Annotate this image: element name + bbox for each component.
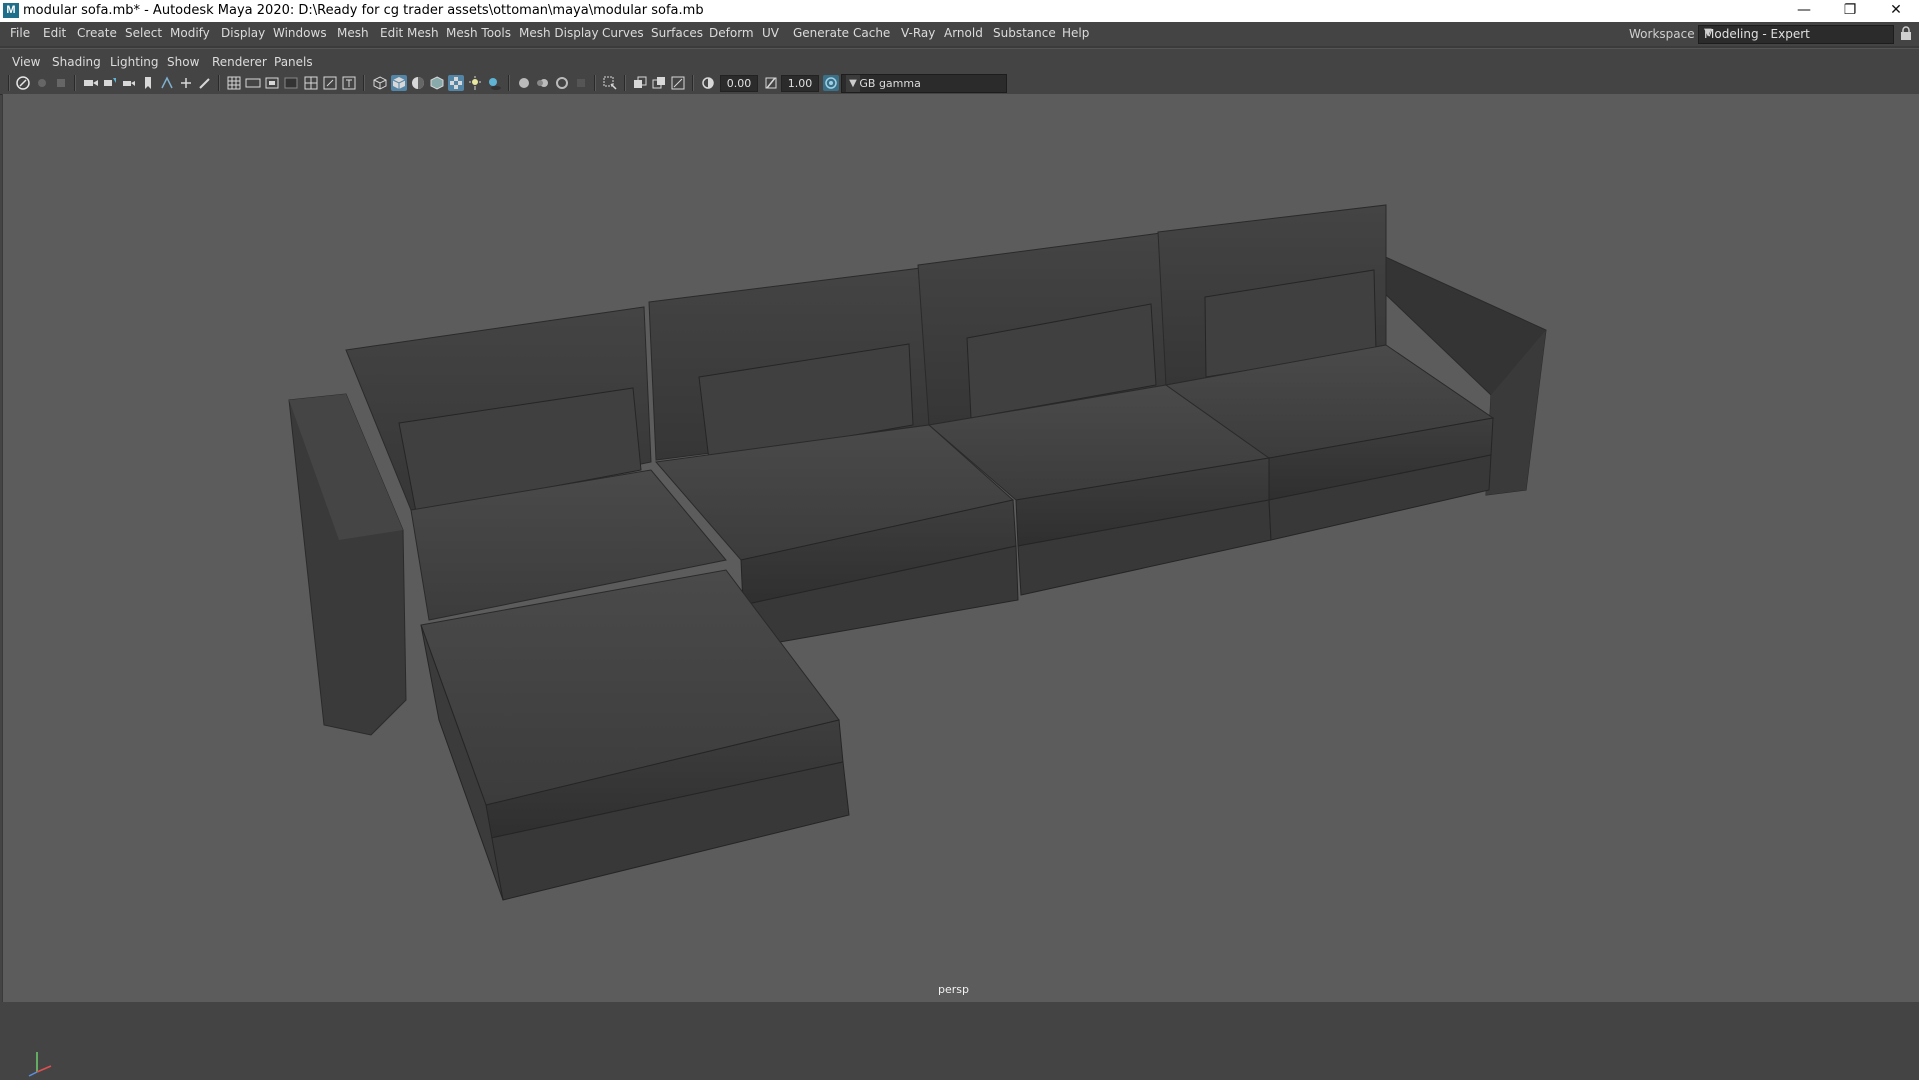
- menu-generate[interactable]: Generate: [793, 26, 849, 40]
- menu-display[interactable]: Display: [221, 26, 265, 40]
- panel-menu-shading[interactable]: Shading: [52, 55, 101, 69]
- menu-edit-mesh[interactable]: Edit Mesh: [380, 26, 439, 40]
- lock-icon[interactable]: [1900, 26, 1912, 40]
- menu-edit[interactable]: Edit: [43, 26, 66, 40]
- menu-modify[interactable]: Modify: [170, 26, 210, 40]
- menu-mesh-display[interactable]: Mesh Display: [519, 26, 599, 40]
- select-camera-icon[interactable]: [15, 75, 31, 91]
- toolbar-separator: [692, 75, 694, 91]
- panel-toolbar: 0.00 1.00 sRGB gamma ▼: [0, 72, 1919, 95]
- toolbar-separator: [8, 75, 10, 91]
- use-all-lights-icon[interactable]: [467, 75, 483, 91]
- wireframe-icon[interactable]: [372, 75, 388, 91]
- camera-name-label: persp: [938, 983, 969, 996]
- sofa-model: [288, 204, 1547, 901]
- safe-title-icon[interactable]: [341, 75, 357, 91]
- toolbar-separator: [218, 75, 220, 91]
- default-lighting-icon[interactable]: [410, 75, 426, 91]
- chevron-down-icon: ▼: [1704, 27, 1712, 38]
- window-title: modular sofa.mb* - Autodesk Maya 2020: D…: [23, 3, 704, 18]
- image-plane-icon[interactable]: [159, 75, 175, 91]
- smooth-shade-icon[interactable]: [391, 75, 407, 91]
- menu-mesh[interactable]: Mesh: [337, 26, 369, 40]
- motion-blur-icon[interactable]: [535, 75, 551, 91]
- menu-curves[interactable]: Curves: [602, 26, 644, 40]
- panel-menu-show[interactable]: Show: [167, 55, 199, 69]
- xray-icon[interactable]: [632, 75, 648, 91]
- main-menu-bar: File Edit Create Select Modify Display W…: [0, 22, 1919, 46]
- camera-attributes-icon[interactable]: [53, 75, 69, 91]
- menu-substance[interactable]: Substance: [993, 26, 1056, 40]
- toolbar-separator: [594, 75, 596, 91]
- close-button[interactable]: ✕: [1873, 0, 1919, 22]
- exposure-icon[interactable]: [700, 75, 716, 91]
- lock-camera-icon[interactable]: [34, 75, 50, 91]
- title-bar: M modular sofa.mb* - Autodesk Maya 2020:…: [0, 0, 1919, 22]
- gate-mask-icon[interactable]: [283, 75, 299, 91]
- exposure-field[interactable]: 0.00: [720, 75, 758, 92]
- workspace-label: Workspace :: [1629, 27, 1703, 41]
- perspective-viewport[interactable]: [2, 94, 1919, 1077]
- workspace-dropdown[interactable]: Modeling - Expert ▼: [1698, 25, 1894, 44]
- xray-joints-icon[interactable]: [670, 75, 686, 91]
- camera-bookmark-icon[interactable]: [102, 75, 118, 91]
- menu-arnold[interactable]: Arnold: [944, 26, 983, 40]
- menu-help[interactable]: Help: [1062, 26, 1089, 40]
- gamma-field[interactable]: 1.00: [781, 75, 819, 92]
- axis-indicator-icon: [28, 1052, 52, 1077]
- depth-of-field-icon[interactable]: [573, 75, 589, 91]
- menu-select[interactable]: Select: [125, 26, 162, 40]
- 2d-pan-zoom-icon[interactable]: [178, 75, 194, 91]
- grease-pencil-icon[interactable]: [197, 75, 213, 91]
- menu-create[interactable]: Create: [77, 26, 117, 40]
- panel-menu-renderer[interactable]: Renderer: [212, 55, 267, 69]
- safe-action-icon[interactable]: [322, 75, 338, 91]
- minimize-button[interactable]: —: [1781, 0, 1827, 22]
- view-transform-dropdown[interactable]: sRGB gamma ▼: [841, 74, 1007, 93]
- gamma-icon[interactable]: [763, 75, 779, 91]
- anti-aliasing-icon[interactable]: [554, 75, 570, 91]
- maya-app-icon: M: [3, 3, 19, 18]
- menu-file[interactable]: File: [10, 26, 30, 40]
- wireframe-on-shaded-icon[interactable]: [429, 75, 445, 91]
- textured-icon[interactable]: [448, 75, 464, 91]
- screen-space-ao-icon[interactable]: [516, 75, 532, 91]
- camera-sequence-icon[interactable]: [121, 75, 137, 91]
- panel-menu-panels[interactable]: Panels: [274, 55, 313, 69]
- toolbar-separator: [508, 75, 510, 91]
- menu-deform[interactable]: Deform: [709, 26, 754, 40]
- panel-menu-bar: View Shading Lighting Show Renderer Pane…: [0, 48, 1919, 73]
- panel-menu-view[interactable]: View: [12, 55, 40, 69]
- chevron-down-icon: ▼: [846, 75, 860, 92]
- menu-windows[interactable]: Windows: [273, 26, 327, 40]
- toolbar-separator: [624, 75, 626, 91]
- menu-vray[interactable]: V-Ray: [901, 26, 935, 40]
- menu-mesh-tools[interactable]: Mesh Tools: [446, 26, 511, 40]
- panel-menu-lighting[interactable]: Lighting: [110, 55, 159, 69]
- isolate-select-icon[interactable]: [602, 75, 618, 91]
- grid-icon[interactable]: [226, 75, 242, 91]
- camera-icon[interactable]: [83, 75, 99, 91]
- xray-active-components-icon[interactable]: [651, 75, 667, 91]
- toolbar-separator: [363, 75, 365, 91]
- menu-uv[interactable]: UV: [762, 26, 779, 40]
- color-management-icon[interactable]: [823, 75, 839, 91]
- restore-button[interactable]: ❐: [1827, 0, 1873, 22]
- resolution-gate-icon[interactable]: [264, 75, 280, 91]
- menu-cache[interactable]: Cache: [853, 26, 890, 40]
- menu-surfaces[interactable]: Surfaces: [651, 26, 703, 40]
- toolbar-separator: [74, 75, 76, 91]
- shadows-icon[interactable]: [486, 75, 502, 91]
- field-chart-icon[interactable]: [303, 75, 319, 91]
- film-gate-icon[interactable]: [245, 75, 261, 91]
- bookmark-icon[interactable]: [140, 75, 156, 91]
